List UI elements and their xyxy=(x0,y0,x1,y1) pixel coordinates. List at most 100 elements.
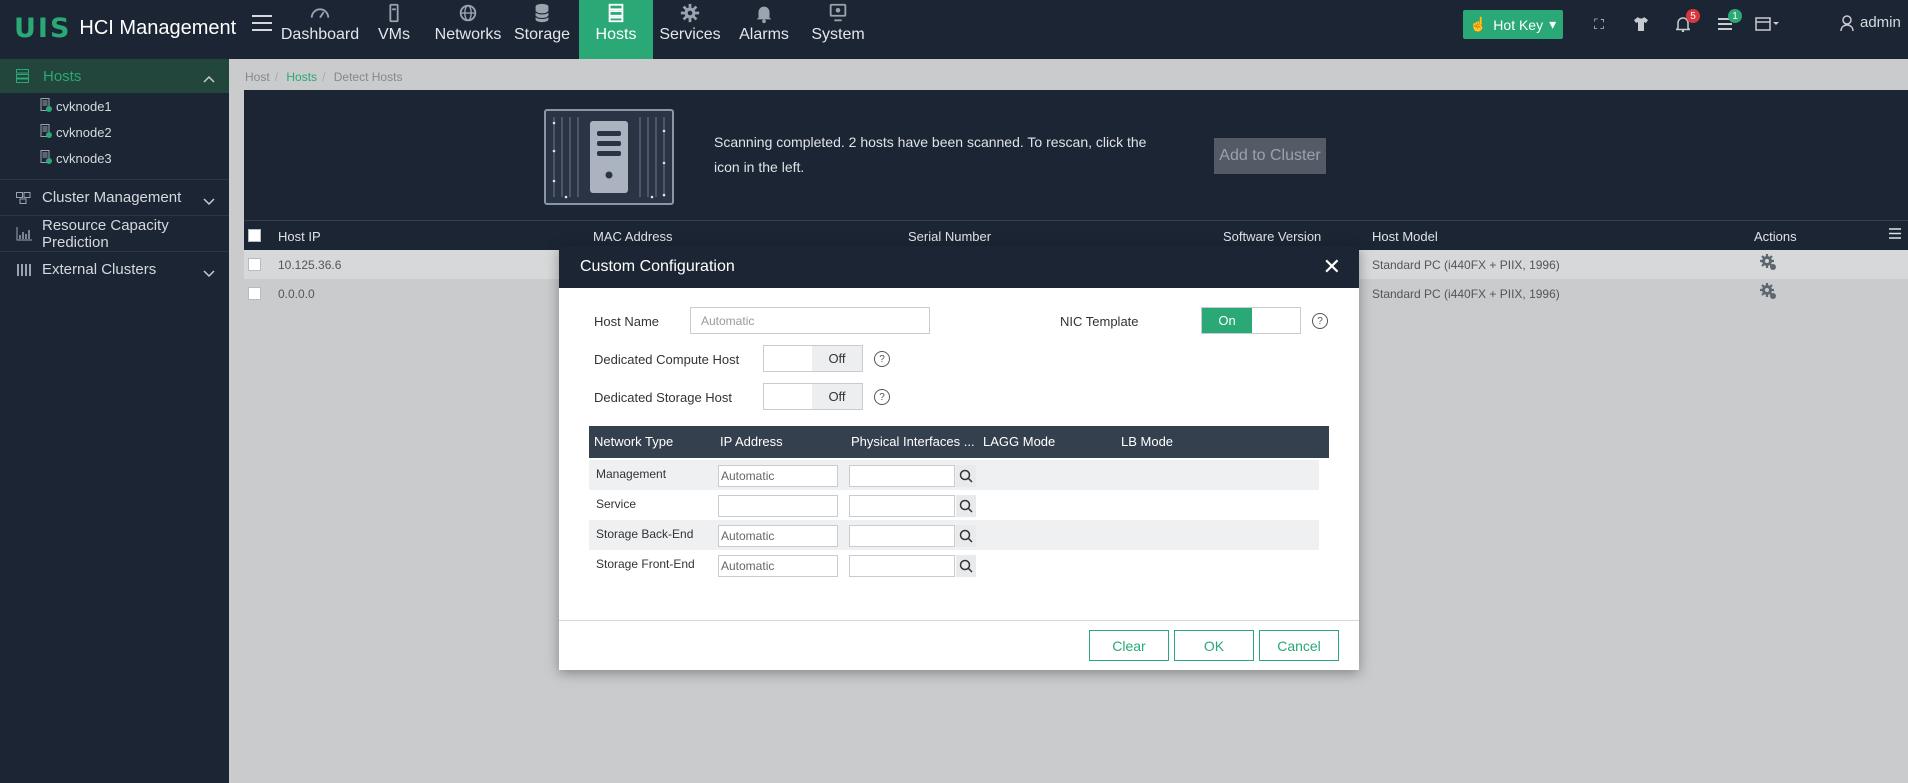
sidebar-item-hosts[interactable]: Hosts xyxy=(0,59,229,93)
cancel-button[interactable]: Cancel xyxy=(1259,630,1339,661)
col-network-type: Network Type xyxy=(594,434,674,449)
nav-services[interactable]: Services xyxy=(653,0,727,59)
physical-interface-input[interactable] xyxy=(849,555,955,577)
ip-address-input[interactable]: Automatic xyxy=(718,525,838,547)
network-row-storage-back-end: Storage Back-End Automatic xyxy=(589,520,1319,550)
sidebar-item-cluster-management[interactable]: Cluster Management xyxy=(0,179,229,215)
nav-system[interactable]: System xyxy=(801,0,875,59)
breadcrumb-detect-hosts: Detect Hosts xyxy=(333,70,403,84)
physical-interface-input[interactable] xyxy=(849,465,955,487)
col-mac-address[interactable]: MAC Address xyxy=(593,229,672,244)
host-name: cvknode2 xyxy=(56,124,112,140)
row-checkbox[interactable] xyxy=(248,258,261,271)
sidebar-item-resource-capacity-prediction[interactable]: Resource Capacity Prediction xyxy=(0,215,229,251)
task-list-icon[interactable]: 1 xyxy=(1704,9,1746,38)
gear-icon xyxy=(680,3,700,23)
shirt-icon[interactable] xyxy=(1620,10,1662,38)
nav-dashboard[interactable]: Dashboard xyxy=(280,0,360,59)
nav-networks[interactable]: Networks xyxy=(431,0,505,59)
server-icon xyxy=(16,69,29,83)
col-host-model[interactable]: Host Model xyxy=(1372,229,1438,244)
host-ok-icon xyxy=(40,97,52,115)
network-type: Service xyxy=(596,497,637,511)
scan-status-message: Scanning completed. 2 hosts have been sc… xyxy=(714,134,1147,175)
dialog-footer-divider xyxy=(559,620,1359,621)
nav-alarms[interactable]: Alarms xyxy=(727,0,801,59)
breadcrumb-host[interactable]: Host xyxy=(245,70,270,84)
help-icon[interactable]: ? xyxy=(1312,313,1328,329)
physical-interface-input[interactable] xyxy=(849,525,955,547)
settings-gear-icon[interactable] xyxy=(1758,281,1778,304)
ok-button[interactable]: OK xyxy=(1174,630,1254,661)
sidebar-host-cvknode3[interactable]: cvknode3 xyxy=(0,145,229,171)
external-cluster-icon xyxy=(16,263,32,277)
rescan-server-icon[interactable] xyxy=(544,109,674,205)
col-lagg-mode: LAGG Mode xyxy=(983,434,1056,449)
dedicated-storage-toggle[interactable]: Off xyxy=(763,383,863,410)
col-ip-address: IP Address xyxy=(720,434,783,449)
uis-logo: UIS xyxy=(14,12,72,44)
nav-storage[interactable]: Storage xyxy=(505,0,579,59)
cell-host-model: Standard PC (i440FX + PIIX, 1996) xyxy=(1372,287,1560,301)
caret-down-icon: ▾ xyxy=(1549,16,1557,32)
breadcrumb-hosts[interactable]: Hosts xyxy=(286,70,317,84)
nav-label: Storage xyxy=(513,26,571,43)
nav-label: Hosts xyxy=(595,26,637,43)
task-count-badge: 1 xyxy=(1728,9,1742,23)
top-bar: UIS HCI Management Dashboard VMs Network… xyxy=(0,0,1908,59)
search-icon[interactable] xyxy=(956,555,976,577)
ip-address-input[interactable] xyxy=(718,495,838,517)
brand[interactable]: UIS HCI Management xyxy=(14,12,236,44)
network-row-service: Service xyxy=(589,490,1319,520)
col-host-ip[interactable]: Host IP xyxy=(278,229,321,244)
close-icon[interactable]: ✕ xyxy=(1323,256,1341,278)
add-to-cluster-button[interactable]: Add to Cluster xyxy=(1214,138,1326,174)
chart-icon xyxy=(16,226,32,241)
search-icon[interactable] xyxy=(956,525,976,547)
host-name-input[interactable]: Automatic xyxy=(690,307,930,334)
hot-key-button[interactable]: ☝ Hot Key ▾ xyxy=(1463,10,1563,39)
calendar-icon[interactable] xyxy=(1746,10,1788,38)
menu-toggle-icon[interactable] xyxy=(252,15,272,31)
user-menu[interactable]: admin xyxy=(1840,14,1901,31)
clear-button[interactable]: Clear xyxy=(1089,630,1169,661)
sidebar-host-cvknode2[interactable]: cvknode2 xyxy=(0,119,229,145)
select-all-checkbox[interactable] xyxy=(248,229,261,242)
column-menu-icon[interactable] xyxy=(1889,227,1901,242)
help-icon[interactable]: ? xyxy=(874,389,890,405)
nic-template-toggle[interactable]: On xyxy=(1201,307,1301,334)
help-icon[interactable]: ? xyxy=(874,351,890,367)
col-serial-number[interactable]: Serial Number xyxy=(908,229,991,244)
fullscreen-icon[interactable]: ⛶ xyxy=(1578,10,1620,38)
nav-label: Dashboard xyxy=(280,26,360,43)
custom-configuration-dialog: Custom Configuration ✕ Host Name Automat… xyxy=(559,246,1359,670)
globe-icon xyxy=(459,4,477,22)
dashboard-icon xyxy=(310,8,330,19)
settings-gear-icon[interactable] xyxy=(1758,252,1778,275)
dedicated-compute-toggle[interactable]: Off xyxy=(763,345,863,372)
sidebar-item-external-clusters[interactable]: External Clusters xyxy=(0,251,229,287)
network-table-header: Network Type IP Address Physical Interfa… xyxy=(589,426,1329,458)
nav-vms[interactable]: VMs xyxy=(357,0,431,59)
ip-address-input[interactable]: Automatic xyxy=(718,465,838,487)
chevron-down-icon xyxy=(203,265,215,282)
col-software-version[interactable]: Software Version xyxy=(1223,229,1321,244)
scan-panel: Scanning completed. 2 hosts have been sc… xyxy=(244,90,1908,220)
ip-address-input[interactable]: Automatic xyxy=(718,555,838,577)
alarm-bell-icon[interactable]: 5 xyxy=(1662,9,1704,38)
nav-hosts[interactable]: Hosts xyxy=(579,0,653,59)
sidebar-item-label: External Clusters xyxy=(42,261,157,278)
bell-icon xyxy=(756,6,772,24)
cell-host-ip: 0.0.0.0 xyxy=(278,287,315,301)
chevron-up-icon xyxy=(203,70,215,87)
main-nav: Dashboard VMs Networks Storage Hosts Ser… xyxy=(280,0,875,59)
search-icon[interactable] xyxy=(956,495,976,517)
row-checkbox[interactable] xyxy=(248,287,261,300)
col-physical-interfaces: Physical Interfaces ... xyxy=(851,434,975,449)
search-icon[interactable] xyxy=(956,465,976,487)
sidebar-host-cvknode1[interactable]: cvknode1 xyxy=(0,93,229,119)
network-type: Management xyxy=(596,467,667,481)
host-name: cvknode3 xyxy=(56,150,112,166)
nav-label: Services xyxy=(659,26,721,43)
physical-interface-input[interactable] xyxy=(849,495,955,517)
